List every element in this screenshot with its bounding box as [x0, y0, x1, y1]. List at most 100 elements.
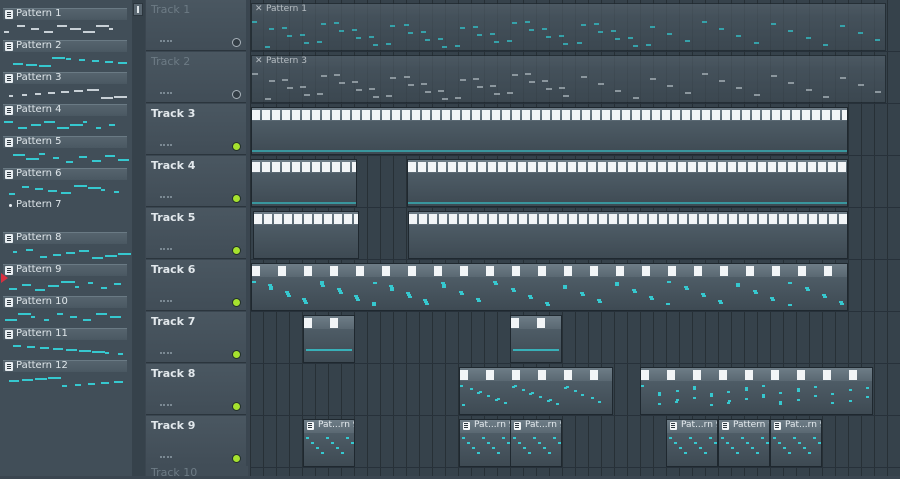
clip-pattern-9[interactable]: Pat...rn 9 [303, 419, 355, 467]
lane-track-4[interactable] [250, 156, 900, 208]
lane-track-1[interactable]: ✕ Pattern 1 [250, 0, 900, 52]
track-header-2[interactable]: Track 2 [146, 52, 246, 103]
track-grip-icon[interactable] [160, 352, 172, 356]
clip-pattern-run[interactable] [251, 107, 848, 155]
mute-led-icon[interactable] [232, 350, 241, 359]
pattern-icon [408, 162, 847, 172]
clip-notes [511, 433, 561, 466]
track-header-track-10[interactable]: Track 10 [146, 466, 248, 479]
track-grip-icon[interactable] [160, 300, 172, 304]
clip-pattern-3[interactable]: ✕ Pattern 3 [251, 55, 886, 103]
clip-pattern-run[interactable] [407, 159, 848, 207]
mute-led-icon[interactable] [232, 38, 241, 47]
track-name: Track 2 [151, 55, 191, 68]
track-header-1[interactable]: Track 1 [146, 0, 246, 51]
lane-track-8[interactable] [250, 364, 900, 416]
lane-track-2[interactable]: ✕ Pattern 3 [250, 52, 900, 104]
lane-track-3[interactable] [250, 104, 900, 156]
pattern-picker-item[interactable]: Pattern 2 [3, 36, 127, 68]
close-icon[interactable]: ✕ [255, 56, 263, 66]
clip-pattern-run[interactable] [640, 367, 873, 415]
clip-pattern-run[interactable] [251, 159, 357, 207]
clip-pattern-9[interactable]: Pattern 9 [718, 419, 770, 467]
track-header-5[interactable]: Track 5 [146, 208, 246, 259]
clip-pattern-run[interactable] [303, 315, 355, 363]
pattern-preview [3, 118, 127, 132]
clip-notes [304, 329, 354, 362]
track-header-9[interactable]: Track 9 [146, 416, 246, 467]
picker-menu-button[interactable] [133, 3, 143, 16]
mute-led-icon[interactable] [232, 90, 241, 99]
play-position-marker[interactable] [1, 273, 8, 283]
mute-led-icon[interactable] [232, 142, 241, 151]
close-icon[interactable]: ✕ [255, 4, 263, 14]
pattern-picker-item[interactable]: Pattern 6 [3, 164, 127, 196]
track-grip-icon[interactable] [160, 40, 172, 44]
pattern-icon [5, 298, 13, 307]
pattern-label-bar: Pattern 3 [3, 72, 127, 84]
clip-pattern-1[interactable]: ✕ Pattern 1 [251, 3, 886, 51]
pattern-picker-item[interactable]: Pattern 7 [3, 196, 127, 228]
track-grip-icon[interactable] [160, 92, 172, 96]
mute-led-icon[interactable] [232, 298, 241, 307]
pattern-picker-item[interactable]: Pattern 12 [3, 356, 127, 388]
pattern-label-bar: Pattern 4 [3, 104, 127, 116]
pattern-icon [460, 370, 612, 380]
track-grip-icon[interactable] [160, 144, 172, 148]
clip-pattern-9[interactable]: Pat...rn 9 [666, 419, 718, 467]
pattern-picker-item[interactable]: Pattern 10 [3, 292, 127, 324]
clip-pattern-run[interactable] [459, 367, 613, 415]
pattern-picker-item[interactable]: Pattern 9 [3, 260, 127, 292]
clip-pattern-9[interactable]: Pat...rn 9 [770, 419, 822, 467]
playlist-grid[interactable]: ✕ Pattern 1 ✕ Pattern 3 Pat...rn Pat...r… [250, 0, 900, 476]
pattern-label-bar: Pattern 9 [3, 264, 127, 276]
pattern-name: Pattern 3 [16, 72, 62, 83]
pattern-picker-item[interactable]: Pattern 1 [3, 4, 127, 36]
clip-pattern-9[interactable]: Pat...rn 9 [459, 419, 511, 467]
clip-pattern-9[interactable]: Pat...rn 9 [510, 419, 562, 467]
clip-header [304, 316, 354, 330]
pattern-picker-item[interactable]: Pattern 5 [3, 132, 129, 164]
clip-notes [304, 433, 354, 466]
clip-pattern-run[interactable] [510, 315, 562, 363]
track-header-6[interactable]: Track 6 [146, 260, 246, 311]
pattern-picker-item[interactable]: Pattern 11 [3, 324, 127, 356]
clip-notes [641, 381, 872, 414]
lane-track-6[interactable] [250, 260, 900, 312]
pattern-picker-item[interactable]: Pattern 3 [3, 68, 127, 100]
track-name: Track 4 [151, 159, 196, 172]
clip-pattern-run[interactable] [408, 211, 848, 259]
pattern-picker-item[interactable]: Pattern 8 [3, 228, 131, 260]
track-name: Track 8 [151, 367, 196, 380]
clip-title: Pat...rn 9 [785, 420, 821, 430]
selected-dot-icon [9, 204, 12, 207]
pattern-picker-item[interactable]: Pattern 4 [3, 100, 127, 132]
clip-pattern-run[interactable] [253, 211, 359, 259]
track-header-7[interactable]: Track 7 [146, 312, 246, 363]
track-header-8[interactable]: Track 8 [146, 364, 246, 415]
clip-header [252, 160, 356, 174]
pattern-icon [304, 318, 354, 328]
track-header-3[interactable]: Track 3 [146, 104, 246, 155]
lane-track-7[interactable] [250, 312, 900, 364]
mute-led-icon[interactable] [232, 194, 241, 203]
track-header-4[interactable]: Track 4 [146, 156, 246, 207]
clip-notes [667, 433, 717, 466]
mute-led-icon[interactable] [232, 402, 241, 411]
clip-title: Pattern 1 [266, 4, 307, 14]
pattern-label-bar: Pattern 8 [3, 232, 127, 244]
clip-notes [254, 225, 358, 258]
picker-scrollbar[interactable] [132, 0, 145, 476]
track-grip-icon[interactable] [160, 456, 172, 460]
mute-led-icon[interactable] [232, 454, 241, 463]
pattern-name: Pattern 12 [16, 360, 68, 371]
pattern-label-bar: Pattern 12 [3, 360, 127, 372]
track-grip-icon[interactable] [160, 404, 172, 408]
clip-pattern-run[interactable] [251, 263, 848, 311]
track-grip-icon[interactable] [160, 196, 172, 200]
mute-led-icon[interactable] [232, 246, 241, 255]
track-grip-icon[interactable] [160, 248, 172, 252]
lane-track-5[interactable] [250, 208, 900, 260]
lane-track-9[interactable]: Pat...rn 9 Pat...rn 9 Pat...rn 9 Pat...rn 9… [250, 416, 900, 468]
pattern-preview [3, 342, 127, 356]
